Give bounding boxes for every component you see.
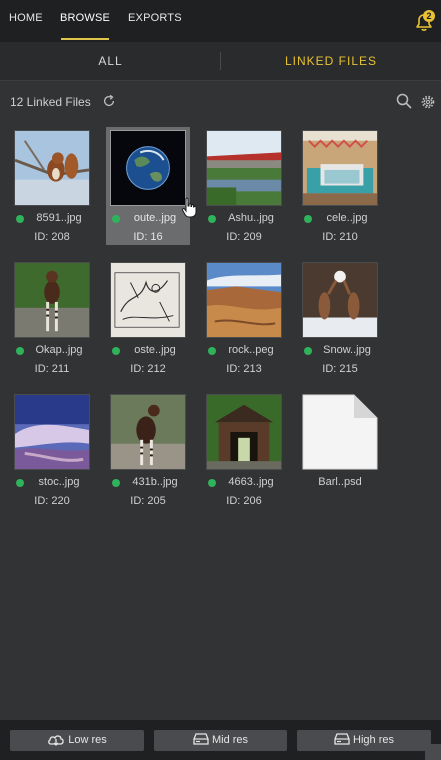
file-thumbnail [110, 262, 186, 338]
file-name: rock..peg [228, 344, 274, 356]
file-tile[interactable]: Snow..jpg ID: 215 [298, 259, 382, 377]
search-icon[interactable] [396, 93, 412, 109]
linked-status-dot [208, 347, 216, 355]
file-name: oute..jpg [133, 212, 177, 224]
file-icon [302, 394, 378, 470]
mid-res-label: Mid res [211, 734, 249, 746]
bridge-thumbnail [207, 131, 281, 205]
low-res-label: Low res [68, 734, 107, 746]
file-id: ID: 215 [322, 363, 358, 375]
mid-res-button[interactable]: Mid res [154, 730, 287, 751]
file-name: 431b..jpg [132, 476, 178, 488]
sketch-thumbnail [111, 263, 185, 337]
file-thumbnail [206, 262, 282, 338]
cloud-download-icon [48, 735, 64, 746]
file-tile-selected[interactable]: oute..jpg ID: 16 [106, 127, 190, 245]
file-tile[interactable]: Ashu..jpg ID: 209 [202, 127, 286, 245]
squirrels-snow-thumbnail [303, 263, 377, 337]
tab-exports[interactable]: EXPORTS [128, 0, 182, 42]
linked-files-count: 12 Linked Files [10, 95, 91, 109]
linked-status-dot [16, 479, 24, 487]
file-tile[interactable]: rock..peg ID: 213 [202, 259, 286, 377]
gear-icon[interactable] [421, 95, 435, 109]
active-tab-indicator [61, 38, 109, 40]
file-id: ID: 205 [130, 495, 166, 507]
file-thumbnail [14, 130, 90, 206]
drive-icon [193, 733, 209, 745]
drive-icon [334, 733, 350, 745]
file-tile[interactable]: 431b..jpg ID: 205 [106, 391, 190, 509]
file-id: ID: 211 [34, 363, 70, 375]
file-tile[interactable]: 4663..jpg ID: 206 [202, 391, 286, 509]
file-name: Okap..jpg [35, 344, 83, 356]
files-header: 12 Linked Files [0, 88, 441, 116]
okapi-thumbnail [15, 263, 89, 337]
file-tile[interactable]: 8591..jpg ID: 208 [10, 127, 94, 245]
file-name: stoc..jpg [38, 476, 80, 488]
subtab-all[interactable]: ALL [0, 42, 221, 81]
file-name: Snow..jpg [323, 344, 371, 356]
file-tile[interactable]: cele..jpg ID: 210 [298, 127, 382, 245]
file-thumbnail [206, 394, 282, 470]
subtab-divider [220, 52, 221, 70]
top-navigation: HOME BROWSE EXPORTS 2 [0, 0, 441, 42]
file-tile[interactable]: oste..jpg ID: 212 [106, 259, 190, 377]
file-tile[interactable]: Barl..psd [298, 391, 382, 509]
linked-status-dot [304, 215, 312, 223]
high-res-button[interactable]: High res [297, 730, 431, 751]
file-id: ID: 208 [34, 231, 70, 243]
hand-cursor-icon [181, 197, 197, 218]
file-thumbnail [110, 130, 186, 206]
file-thumbnail [14, 262, 90, 338]
file-name: 4663..jpg [228, 476, 274, 488]
covered-bridge-thumbnail [207, 395, 281, 469]
earth-thumbnail [111, 131, 185, 205]
linked-status-dot [208, 215, 216, 223]
resize-grip[interactable] [425, 744, 441, 760]
okapi-standing-thumbnail [111, 395, 185, 469]
file-name: Barl..psd [318, 476, 362, 488]
file-tile[interactable]: stoc..jpg ID: 220 [10, 391, 94, 509]
file-thumbnail [206, 130, 282, 206]
subtab-linked-files[interactable]: LINKED FILES [221, 42, 441, 81]
file-thumbnail [302, 394, 378, 470]
file-id: ID: 210 [322, 231, 358, 243]
linked-status-dot [304, 347, 312, 355]
file-name: 8591..jpg [36, 212, 82, 224]
sky-thumbnail [15, 395, 89, 469]
linked-status-dot [112, 347, 120, 355]
canyon-thumbnail [207, 263, 281, 337]
squirrel-thumbnail [15, 131, 89, 205]
file-tile[interactable]: Okap..jpg ID: 211 [10, 259, 94, 377]
file-id: ID: 220 [34, 495, 70, 507]
high-res-label: High res [353, 734, 394, 746]
linked-status-dot [16, 347, 24, 355]
file-id: ID: 209 [226, 231, 262, 243]
file-thumbnail [302, 262, 378, 338]
linked-status-dot [112, 479, 120, 487]
refresh-icon[interactable] [102, 94, 116, 108]
file-name: Ashu..jpg [228, 212, 274, 224]
linked-status-dot [208, 479, 216, 487]
tab-browse[interactable]: BROWSE [60, 0, 110, 42]
tab-home[interactable]: HOME [9, 0, 43, 42]
file-thumbnail [110, 394, 186, 470]
file-id: ID: 213 [226, 363, 262, 375]
linked-status-dot [16, 215, 24, 223]
file-thumbnail [302, 130, 378, 206]
file-id: ID: 16 [133, 231, 163, 243]
file-thumbnail [14, 394, 90, 470]
file-id: ID: 206 [226, 495, 262, 507]
linked-status-dot [112, 215, 120, 223]
file-name: oste..jpg [134, 344, 176, 356]
file-id: ID: 212 [130, 363, 166, 375]
bedroom-thumbnail [303, 131, 377, 205]
low-res-button[interactable]: Low res [10, 730, 144, 751]
notification-badge: 2 [423, 10, 435, 22]
file-name: cele..jpg [326, 212, 368, 224]
resolution-bar: Low res Mid res High res [0, 720, 441, 760]
